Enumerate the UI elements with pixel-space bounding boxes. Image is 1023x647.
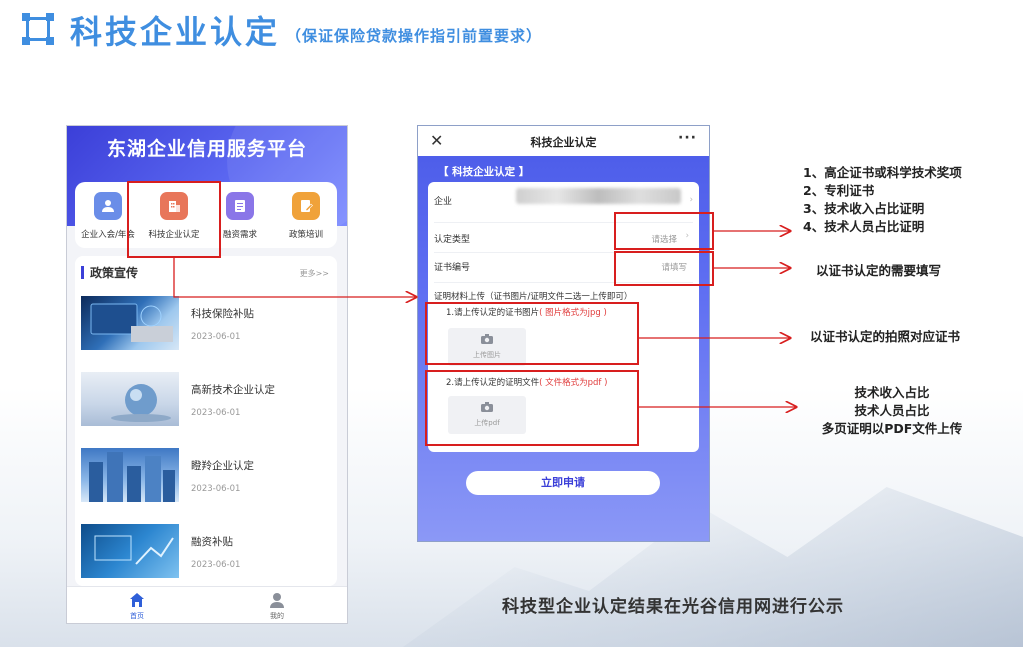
upload-pdf-note: 技术收入占比 技术人员占比 多页证明以PDF文件上传 <box>821 385 963 436</box>
bottom-note: 科技型企业认定结果在光谷信用网进行公示 <box>502 597 844 617</box>
upload-image-note: 以证书认定的拍照对应证书 <box>810 329 961 344</box>
cert-number-note: 以证书认定的需要填写 <box>816 263 942 278</box>
cert-type-options-note: 1、高企证书或科学技术奖项 2、专利证书 3、技术收入占比证明 4、技术人员占比… <box>803 165 962 234</box>
annotation-arrows <box>173 0 1023 647</box>
